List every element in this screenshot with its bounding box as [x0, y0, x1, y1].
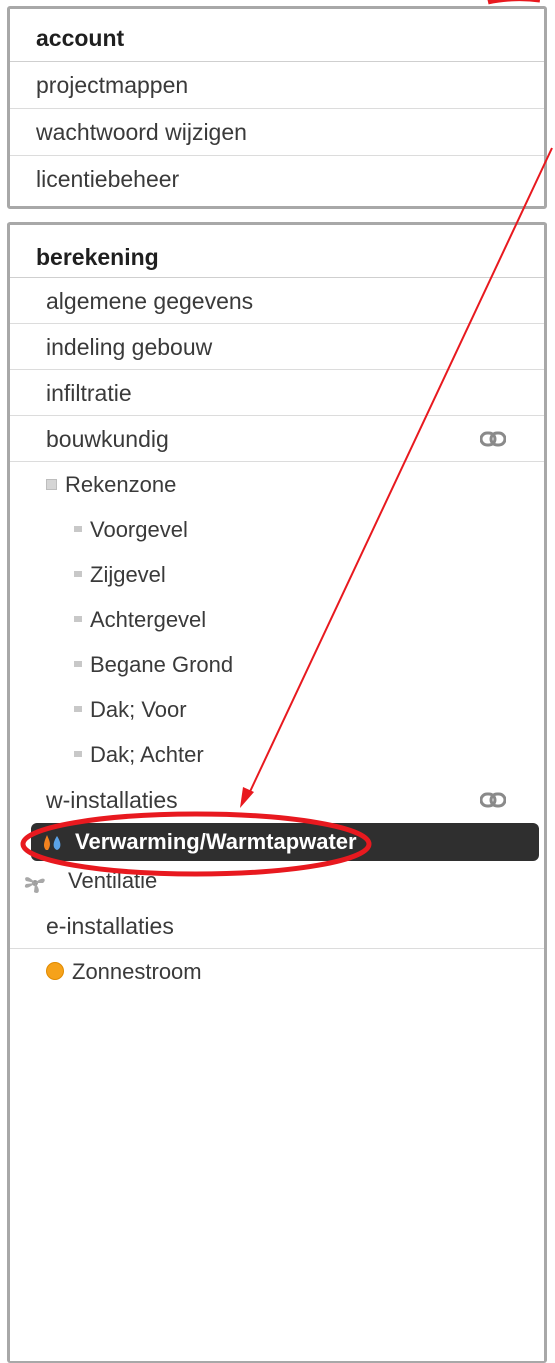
tree-item-label: Dak; Achter — [90, 742, 204, 767]
menu-item-verwarming-label: Verwarming/Warmtapwater — [75, 829, 357, 854]
menu-item-licentiebeheer[interactable]: licentiebeheer — [10, 156, 544, 203]
menu-item-wachtwoord[interactable]: wachtwoord wijzigen — [10, 109, 544, 156]
tree-item-achtergevel[interactable]: Achtergevel — [10, 597, 544, 642]
link-icon[interactable] — [480, 429, 506, 449]
account-panel-title: account — [10, 9, 544, 62]
bullet-icon — [74, 751, 82, 758]
tree-item-dak-achter[interactable]: Dak; Achter — [10, 732, 544, 777]
link-icon[interactable] — [480, 790, 506, 810]
menu-item-w-installaties-label: w-installaties — [46, 787, 178, 813]
tree-item-dak-voor[interactable]: Dak; Voor — [10, 687, 544, 732]
sun-icon — [46, 962, 64, 981]
calculation-panel: berekening algemene gegevens indeling ge… — [7, 222, 547, 1363]
bullet-icon — [74, 616, 82, 623]
menu-item-infiltratie[interactable]: infiltratie — [10, 370, 544, 416]
menu-item-projectmappen[interactable]: projectmappen — [10, 62, 544, 109]
menu-item-zonnestroom[interactable]: Zonnestroom — [10, 949, 544, 994]
tree-item-voorgevel[interactable]: Voorgevel — [10, 507, 544, 552]
tree-item-begane-grond[interactable]: Begane Grond — [10, 642, 544, 687]
tree-item-label: Begane Grond — [90, 652, 234, 677]
tree-item-label: Dak; Voor — [90, 697, 187, 722]
annotation-arc — [487, 0, 540, 5]
bullet-icon — [74, 661, 82, 668]
menu-item-bouwkundig[interactable]: bouwkundig — [10, 416, 544, 462]
menu-item-algemene-gegevens[interactable]: algemene gegevens — [10, 278, 544, 324]
menu-item-ventilatie-label: Ventilatie — [68, 868, 158, 893]
calculation-panel-title: berekening — [10, 225, 544, 278]
menu-item-ventilatie[interactable]: Ventilatie — [10, 863, 544, 903]
bullet-icon — [74, 526, 82, 533]
tree-item-rekenzone-label: Rekenzone — [65, 472, 177, 497]
menu-item-w-installaties[interactable]: w-installaties — [10, 777, 544, 823]
fan-icon — [24, 877, 45, 893]
tree-item-zijgevel[interactable]: Zijgevel — [10, 552, 544, 597]
menu-item-bouwkundig-label: bouwkundig — [46, 426, 169, 452]
bullet-icon — [74, 571, 82, 578]
tree-item-label: Zijgevel — [90, 562, 166, 587]
collapse-square-icon[interactable] — [46, 478, 57, 490]
bullet-icon — [74, 706, 82, 713]
menu-item-e-installaties[interactable]: e-installaties — [10, 903, 544, 949]
tree-item-label: Achtergevel — [90, 607, 207, 632]
menu-item-indeling-gebouw[interactable]: indeling gebouw — [10, 324, 544, 370]
tree-item-rekenzone[interactable]: Rekenzone — [10, 462, 544, 507]
flame-water-icon — [44, 835, 61, 850]
menu-item-zonnestroom-label: Zonnestroom — [72, 959, 202, 984]
tree-item-label: Voorgevel — [90, 517, 188, 542]
account-panel: account projectmappen wachtwoord wijzige… — [7, 6, 547, 209]
menu-item-verwarming-warmtapwater[interactable]: Verwarming/Warmtapwater — [31, 823, 539, 861]
